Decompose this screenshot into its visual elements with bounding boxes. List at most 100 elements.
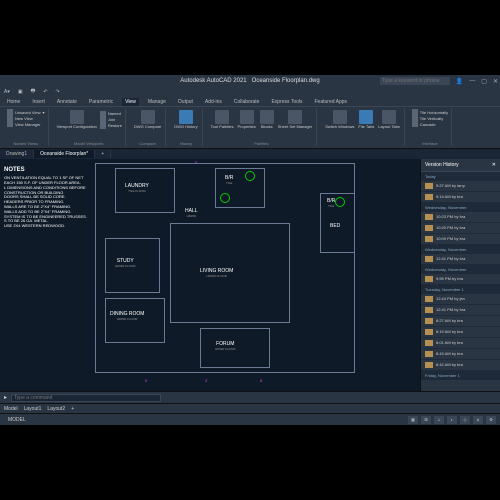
version-item[interactable]: 8:27 AM by bra bbox=[421, 316, 500, 327]
doc-tab-add[interactable]: + bbox=[95, 150, 111, 158]
dwg-file-icon bbox=[425, 214, 433, 220]
drawing-canvas[interactable]: NOTES ON VENTILATION EQUAL TO 1 SF OF NE… bbox=[0, 159, 420, 391]
view-manager-button[interactable]: View Manager bbox=[7, 121, 45, 127]
version-item[interactable]: 10:20 PM by bra bbox=[421, 223, 500, 234]
ribbon-group-palettes: Tool Palettes Properties Blocks Sheet Se… bbox=[207, 109, 318, 146]
version-item-label: 9:14 AM by bra bbox=[436, 195, 463, 199]
statusbar: MODEL ▦ ⊞ ⊥ ◐ ◇ A ⚙ bbox=[0, 413, 500, 425]
qat-item[interactable]: ▣ bbox=[18, 89, 23, 95]
tab-home[interactable]: Home bbox=[4, 98, 23, 106]
version-item-label: 12:44 PM by jen bbox=[436, 297, 465, 301]
tab-addins[interactable]: Add-ins bbox=[202, 98, 225, 106]
ribbon-group-history: DWG History History bbox=[170, 109, 202, 146]
layout-tab[interactable]: Layout2 bbox=[47, 406, 65, 412]
doc-tab[interactable]: Oceanside Floorplan* bbox=[34, 150, 95, 158]
version-item[interactable]: 8:43 AM by bra bbox=[421, 349, 500, 360]
dwg-file-icon bbox=[425, 296, 433, 302]
dwg-file-icon bbox=[425, 307, 433, 313]
layout-tab[interactable]: Layout1 bbox=[24, 406, 42, 412]
close-icon[interactable]: ✕ bbox=[493, 78, 498, 85]
ribbon-group-switch: Switch Windows File Tabs Layout Tabs bbox=[321, 109, 405, 146]
qat-item[interactable]: A▾ bbox=[4, 89, 10, 95]
blocks-button[interactable]: Blocks bbox=[259, 109, 275, 130]
version-item-label: 9:27 AM by larry bbox=[436, 184, 465, 188]
sb-polar-icon[interactable]: ◐ bbox=[447, 416, 457, 424]
tab-collaborate[interactable]: Collaborate bbox=[231, 98, 263, 106]
version-item-label: 9:55 PM by bra bbox=[436, 277, 463, 281]
tab-view[interactable]: View bbox=[122, 98, 139, 106]
doc-tab[interactable]: Drawing1 bbox=[0, 150, 34, 158]
command-line: ▸ bbox=[0, 391, 500, 403]
dwg-file-icon bbox=[425, 329, 433, 335]
version-item[interactable]: 10:23 PM by bra bbox=[421, 212, 500, 223]
file-tabs-button[interactable]: File Tabs bbox=[357, 109, 375, 130]
version-item-label: 8:43 AM by bra bbox=[436, 352, 463, 356]
sb-osnap-icon[interactable]: ◇ bbox=[460, 416, 470, 424]
tab-output[interactable]: Output bbox=[175, 98, 196, 106]
layout-tab-model[interactable]: Model bbox=[4, 406, 18, 412]
qat-item[interactable]: ↶ bbox=[43, 89, 47, 95]
layout-tabs-button[interactable]: Layout Tabs bbox=[377, 109, 401, 130]
version-item-label: 8:42 AM by bra bbox=[436, 363, 463, 367]
sb-snap-icon[interactable]: ⊞ bbox=[421, 416, 431, 424]
layout-tab-add[interactable]: + bbox=[71, 406, 74, 412]
restore-viewports[interactable]: Restore bbox=[100, 123, 122, 129]
version-day-header: Friday, November 1 bbox=[421, 371, 500, 380]
qat-item[interactable]: 🖶 bbox=[31, 88, 36, 96]
qat-item[interactable]: ↷ bbox=[56, 89, 60, 95]
minimize-icon[interactable]: — bbox=[469, 78, 475, 85]
status-mode[interactable]: MODEL bbox=[8, 417, 26, 423]
search-input[interactable] bbox=[380, 77, 450, 85]
tool-palettes-button[interactable]: Tool Palettes bbox=[210, 109, 235, 130]
dwg-file-icon bbox=[425, 225, 433, 231]
notes-block: NOTES ON VENTILATION EQUAL TO 1 SF OF NE… bbox=[4, 167, 104, 229]
dwg-compare-button[interactable]: DWG Compare bbox=[133, 109, 162, 130]
titlebar: Autodesk AutoCAD 2021 Oceanside Floorpla… bbox=[0, 75, 500, 87]
version-item-label: 8:27 AM by bra bbox=[436, 319, 463, 323]
sb-anno-icon[interactable]: A bbox=[473, 416, 483, 424]
dwg-history-button[interactable]: DWG History bbox=[173, 109, 198, 130]
version-item-label: 8:19 AM by bra bbox=[436, 330, 463, 334]
ribbon-tabs: Home Insert Annotate Parametric View Man… bbox=[0, 97, 500, 107]
tab-parametric[interactable]: Parametric bbox=[86, 98, 116, 106]
version-day-header: Wednesday, November bbox=[421, 265, 500, 274]
maximize-icon[interactable]: ▢ bbox=[481, 78, 487, 85]
version-item-label: 8:01 AM by bra bbox=[436, 341, 463, 345]
tab-express[interactable]: Express Tools bbox=[268, 98, 305, 106]
version-item[interactable]: 8:01 AM by bra bbox=[421, 338, 500, 349]
sb-gear-icon[interactable]: ⚙ bbox=[486, 416, 496, 424]
tab-manage[interactable]: Manage bbox=[145, 98, 169, 106]
command-input[interactable] bbox=[11, 394, 161, 402]
notes-title: NOTES bbox=[4, 167, 104, 174]
tab-featured[interactable]: Featured Apps bbox=[312, 98, 351, 106]
version-item[interactable]: 8:19 AM by bra bbox=[421, 327, 500, 338]
sheetset-button[interactable]: Sheet Set Manager bbox=[277, 109, 313, 130]
ribbon: Unsaved View ▾ New View View Manager Nam… bbox=[0, 107, 500, 149]
version-item-label: 12:41 PM by bra bbox=[436, 257, 465, 261]
version-item[interactable]: 9:27 AM by larry bbox=[421, 181, 500, 192]
workspace: NOTES ON VENTILATION EQUAL TO 1 SF OF NE… bbox=[0, 159, 500, 391]
viewport-config-button[interactable]: Viewport Configuration bbox=[56, 109, 98, 130]
sb-grid-icon[interactable]: ▦ bbox=[408, 416, 418, 424]
user-icon[interactable]: 👤 bbox=[456, 78, 463, 85]
ribbon-group-interface: Tile Horizontally Tile Vertically Cascad… bbox=[409, 109, 452, 146]
tab-insert[interactable]: Insert bbox=[29, 98, 48, 106]
quick-access-toolbar: A▾ ▣ 🖶 ↶ ↷ bbox=[0, 87, 500, 97]
version-item[interactable]: 12:41 PM by bra bbox=[421, 305, 500, 316]
close-icon[interactable]: ✕ bbox=[492, 162, 496, 168]
version-item[interactable]: 12:44 PM by jen bbox=[421, 294, 500, 305]
cascade[interactable]: Cascade bbox=[412, 121, 448, 127]
dwg-file-icon bbox=[425, 318, 433, 324]
switch-windows-button[interactable]: Switch Windows bbox=[324, 109, 355, 130]
version-item-label: 12:41 PM by bra bbox=[436, 308, 465, 312]
version-item[interactable]: 12:41 PM by bra bbox=[421, 254, 500, 265]
tab-annotate[interactable]: Annotate bbox=[54, 98, 80, 106]
cmdline-icon[interactable]: ▸ bbox=[4, 394, 7, 401]
sb-ortho-icon[interactable]: ⊥ bbox=[434, 416, 444, 424]
version-item[interactable]: 10:09 PM by bra bbox=[421, 234, 500, 245]
version-item[interactable]: 9:55 PM by bra bbox=[421, 274, 500, 285]
version-item[interactable]: 8:42 AM by bra bbox=[421, 360, 500, 371]
ribbon-group-viewports: Viewport Configuration Named Join Restor… bbox=[53, 109, 126, 146]
version-item[interactable]: 9:14 AM by bra bbox=[421, 192, 500, 203]
properties-button[interactable]: Properties bbox=[237, 109, 257, 130]
